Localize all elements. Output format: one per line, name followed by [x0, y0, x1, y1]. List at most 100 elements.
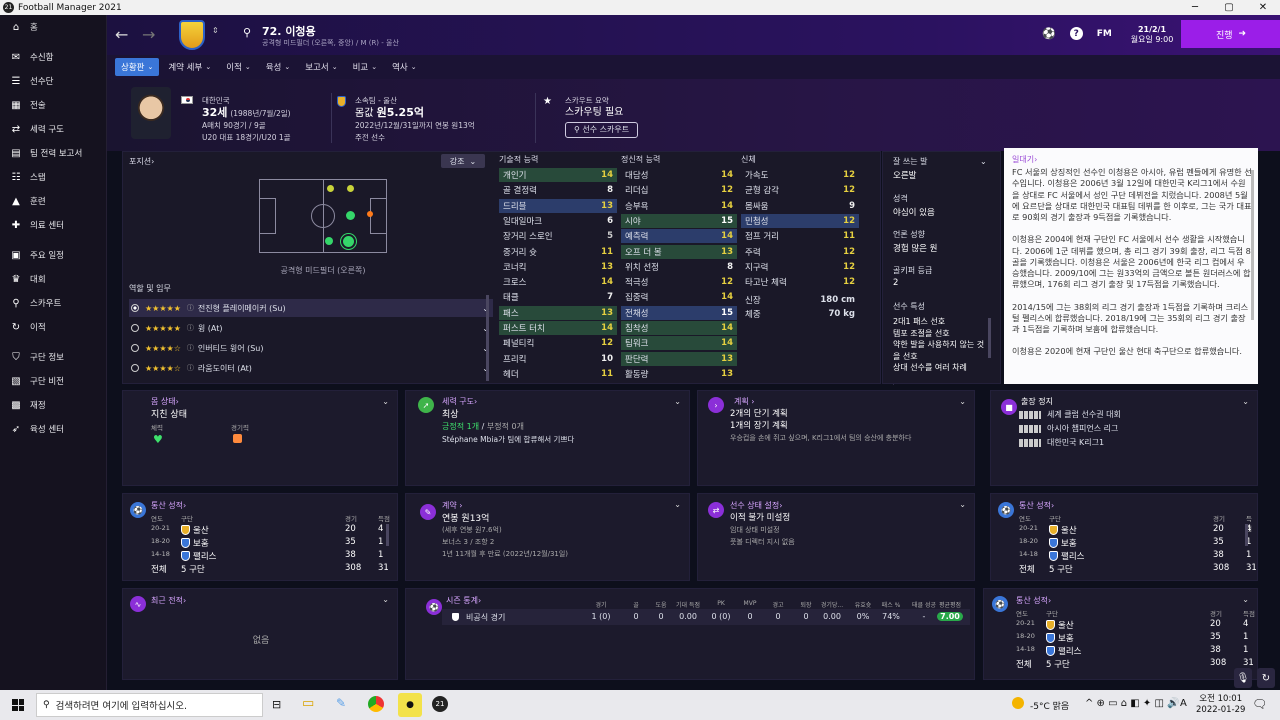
clock[interactable]: 오전 10:01 2022-01-29: [1196, 694, 1245, 716]
info-icon[interactable]: ⓘ: [187, 323, 194, 333]
sidebar-item-vision[interactable]: ▧ 구단 비전: [0, 369, 106, 393]
tab-2[interactable]: 이적 ⌄: [220, 58, 257, 76]
technical-attr-row[interactable]: 프리킥 10: [499, 352, 617, 366]
physical-attr-row[interactable]: 가속도 12: [741, 168, 859, 182]
crest-switch-icon[interactable]: ⇕: [212, 26, 219, 35]
radio-icon[interactable]: [131, 304, 139, 312]
tab-5[interactable]: 비교 ⌄: [347, 58, 384, 76]
windows-start-icon[interactable]: [12, 699, 24, 711]
search-icon[interactable]: ⚲: [243, 26, 251, 39]
sidebar-item-calendar[interactable]: ▣ 주요 일정: [0, 243, 106, 267]
chevron-down-icon[interactable]: ⌄: [674, 397, 681, 406]
tab-6[interactable]: 역사 ⌄: [386, 58, 423, 76]
help-icon[interactable]: ?: [1069, 27, 1083, 40]
sidebar-item-transfer[interactable]: ↻ 이적: [0, 315, 106, 339]
mental-attr-row[interactable]: 위치 선정 8: [621, 260, 737, 274]
mental-attr-row[interactable]: 팀워크 14: [621, 336, 737, 351]
refresh-icon[interactable]: ↻: [1257, 668, 1275, 688]
technical-attr-row[interactable]: 크로스 14: [499, 275, 617, 289]
bio-scrollbar[interactable]: [1251, 170, 1254, 320]
season-title[interactable]: 시즌 통계›: [446, 595, 481, 606]
tab-4[interactable]: 보고서 ⌄: [299, 58, 343, 76]
season-row[interactable]: 비공식 경기 1 (0) 0 0 0.00 0 (0) 0 0 0 0.00 0% 74% -7.00: [442, 609, 970, 625]
minimize-icon[interactable]: ─: [1178, 2, 1212, 13]
ime-indicator[interactable]: A: [1180, 698, 1187, 709]
back-icon[interactable]: ←: [115, 25, 128, 44]
mental-attr-row[interactable]: 적극성 12: [621, 275, 737, 289]
career-scrollbar-2[interactable]: [1245, 524, 1248, 546]
chevron-down-icon[interactable]: ⌄: [980, 157, 987, 166]
role-row[interactable]: ★★★★☆ⓘ인버티드 윙어 (Su)⌄: [129, 339, 493, 357]
sidebar-item-home[interactable]: ⌂ 홈: [0, 15, 106, 39]
technical-attr-row[interactable]: 골 결정력 8: [499, 183, 617, 197]
technical-attr-row[interactable]: 코너킥 13: [499, 260, 617, 274]
forward-icon[interactable]: →: [142, 25, 155, 44]
role-row[interactable]: ★★★★★ⓘ전진형 플레이메이커 (Su)⌄: [129, 299, 493, 317]
career-title-3[interactable]: 통산 성적›: [1016, 595, 1051, 606]
sidebar-item-scout[interactable]: ⚲ 스카우트: [0, 291, 106, 315]
club-crest-icon[interactable]: [179, 20, 205, 50]
technical-attr-row[interactable]: 헤더 11: [499, 367, 617, 381]
position-title[interactable]: 포지션›: [129, 156, 154, 167]
sidebar-item-training[interactable]: ▲ 훈련: [0, 189, 106, 213]
chevron-down-icon[interactable]: ⌄: [382, 397, 389, 406]
mental-attr-row[interactable]: 예측력 14: [621, 229, 737, 244]
kakaotalk-icon[interactable]: ●: [398, 693, 422, 717]
physical-attr-row[interactable]: 점프 거리 11: [741, 229, 859, 243]
dynamics-title[interactable]: 세력 구도›: [442, 396, 477, 407]
career-title-1[interactable]: 통산 성적›: [151, 500, 186, 511]
sidebar-item-finance[interactable]: ▩ 재정: [0, 393, 106, 417]
sidebar-item-staff[interactable]: ☷ 스탭: [0, 165, 106, 189]
condition-title[interactable]: 몸 상태›: [151, 396, 179, 407]
highlight-dropdown[interactable]: 강조 ⌄: [441, 154, 485, 168]
technical-attr-row[interactable]: 페널티킥 12: [499, 336, 617, 350]
file-explorer-icon[interactable]: ▭: [302, 696, 314, 711]
fm-menu[interactable]: FM: [1097, 29, 1112, 39]
sidebar-item-development[interactable]: ➶ 육성 센터: [0, 417, 106, 441]
physical-attr-row[interactable]: 민첩성 12: [741, 213, 859, 228]
sidebar-item-report[interactable]: ▤ 팀 전력 보고서: [0, 141, 106, 165]
notifications-icon[interactable]: 🗨: [1252, 697, 1267, 711]
technical-attr-row[interactable]: 일대일마크 6: [499, 214, 617, 228]
form-title[interactable]: 최근 전적›: [151, 595, 186, 606]
tab-0[interactable]: 상황판 ⌄: [115, 58, 160, 76]
tab-3[interactable]: 육성 ⌄: [260, 58, 297, 76]
app-icon[interactable]: ✎: [336, 696, 346, 710]
radio-icon[interactable]: [131, 364, 139, 372]
mental-attr-row[interactable]: 전채성 15: [621, 305, 737, 320]
role-row[interactable]: ★★★★☆ⓘ라움도이터 (At)⌄: [129, 359, 493, 377]
technical-attr-row[interactable]: 장거리 스로인 5: [499, 229, 617, 243]
chevron-down-icon[interactable]: ⌄: [1242, 595, 1249, 604]
technical-attr-row[interactable]: 개인기 14: [499, 168, 617, 182]
mental-attr-row[interactable]: 집중력 14: [621, 290, 737, 304]
chrome-icon[interactable]: [368, 696, 384, 712]
chevron-down-icon[interactable]: ⌄: [382, 595, 389, 604]
sidebar-item-squad[interactable]: ☰ 선수단: [0, 69, 106, 93]
sidebar-item-club-info[interactable]: ⛉ 구단 정보: [0, 345, 106, 369]
physical-attr-row[interactable]: 균형 감각 12: [741, 183, 859, 197]
mental-attr-row[interactable]: 리더십 12: [621, 183, 737, 197]
mental-attr-row[interactable]: 승부욕 14: [621, 199, 737, 213]
info-icon[interactable]: ⓘ: [187, 343, 194, 353]
close-icon[interactable]: ✕: [1246, 2, 1280, 13]
tray-icons[interactable]: ^ ⊕ ▭ ⌂ ◧ ✦ ◫ 🔊: [1085, 698, 1180, 709]
technical-attr-row[interactable]: 중거리 슛 11: [499, 245, 617, 259]
roles-scrollbar[interactable]: [486, 295, 489, 381]
chevron-down-icon[interactable]: ⌄: [674, 500, 681, 509]
ball-icon[interactable]: ⚽: [1042, 27, 1056, 40]
mental-attr-row[interactable]: 판단력 13: [621, 351, 737, 366]
mental-attr-row[interactable]: 침착성 14: [621, 321, 737, 335]
bio-title[interactable]: 일대기›: [1012, 154, 1252, 165]
mental-attr-row[interactable]: 대담성 14: [621, 168, 737, 182]
physical-attr-row[interactable]: 몸싸움 9: [741, 199, 859, 213]
technical-attr-row[interactable]: 태클 7: [499, 290, 617, 304]
radio-icon[interactable]: [131, 324, 139, 332]
traits-scrollbar[interactable]: [988, 318, 991, 358]
radio-icon[interactable]: [131, 344, 139, 352]
sidebar-item-trophy[interactable]: ♛ 대회: [0, 267, 106, 291]
taskbar-search[interactable]: ⚲ 검색하려면 여기에 입력하십시오.: [36, 693, 263, 717]
continue-button[interactable]: 진행 ➜: [1181, 20, 1280, 48]
chevron-down-icon[interactable]: ⌄: [1242, 397, 1249, 406]
physical-attr-row[interactable]: 주력 12: [741, 245, 859, 259]
status-title[interactable]: 선수 상태 설정›: [730, 500, 782, 511]
